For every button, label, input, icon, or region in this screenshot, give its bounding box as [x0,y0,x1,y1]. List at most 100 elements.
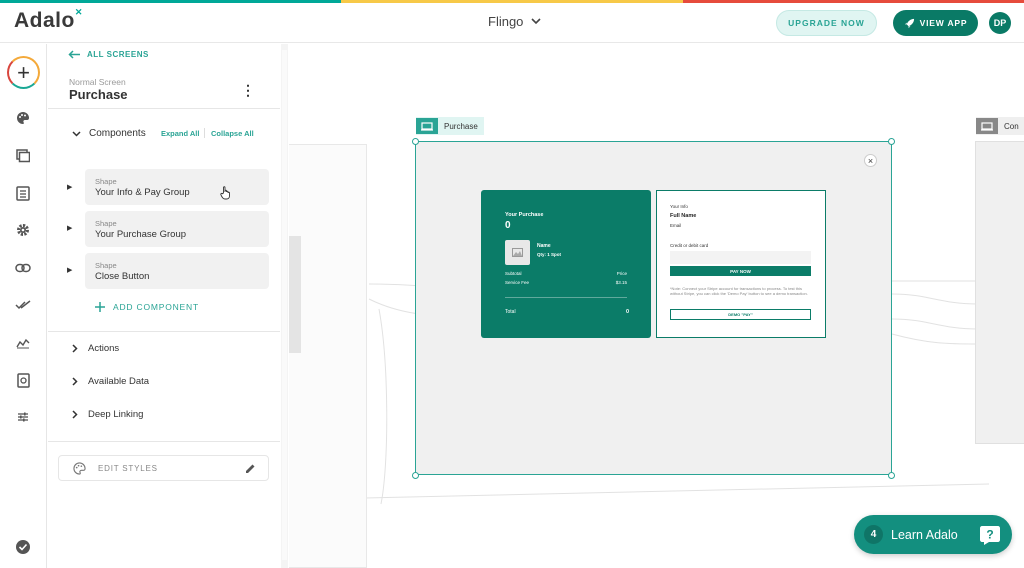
screen-icon [976,118,998,134]
caret-right-icon[interactable]: ▶ [67,224,72,232]
section-label: Available Data [88,376,150,387]
divider [48,331,280,332]
screen-type-label: Normal Screen [69,77,126,87]
scroll-shade [289,236,301,353]
screen-tag-next[interactable]: Con [976,117,1024,135]
top-bar: Adalo✕ Flingo UPGRADE NOW VIEW APP DP [0,3,1024,43]
upgrade-now-button[interactable]: UPGRADE NOW [776,10,877,36]
divider [48,108,280,109]
analytics-icon[interactable] [14,334,32,352]
next-screen[interactable] [975,141,1024,444]
actions-section[interactable]: Actions [72,343,119,354]
verified-icon[interactable] [14,538,32,556]
your-info-label: Your Info [670,204,688,209]
components-toggle[interactable]: Components [72,128,146,139]
previous-screen[interactable] [289,144,367,568]
card-input[interactable] [670,251,811,264]
item-image-icon [505,240,530,265]
total-label: Total [505,309,516,315]
screen-tag-purchase[interactable]: Purchase [416,117,484,135]
app-name: Flingo [488,14,524,29]
svg-text:?: ? [986,527,993,541]
view-app-button[interactable]: VIEW APP [893,10,978,36]
expand-all-link[interactable]: Expand All [161,129,199,138]
screen-tag-label: Con [1004,121,1019,131]
fee-value: $3.15 [615,280,627,285]
item-qty: Qty: 1 Spot [537,252,562,257]
arrow-left-icon [68,50,80,59]
help-chat-icon: ? [980,525,1000,545]
chevron-down-icon [72,130,81,137]
purchase-screen[interactable]: × Your Purchase 0 Name Qty: 1 Spot Subto… [415,141,892,475]
screens-icon[interactable] [14,147,32,165]
resize-handle[interactable] [412,472,419,479]
all-screens-label: ALL SCREENS [87,50,149,59]
left-toolbar: + [0,44,47,568]
resize-handle[interactable] [888,472,895,479]
adalo-logo[interactable]: Adalo✕ [14,7,83,33]
add-component-button[interactable]: ADD COMPONENT [95,302,199,312]
publish-icon[interactable] [14,371,32,389]
component-name: Your Info & Pay Group [95,187,190,198]
your-info-pay-group[interactable]: Your Info Full Name Email Credit or debi… [656,190,826,338]
checkmark-icon[interactable] [14,296,32,314]
component-type: Shape [95,177,117,186]
pencil-icon [246,464,255,473]
caret-right-icon[interactable]: ▶ [67,266,72,274]
rocket-icon [904,18,914,28]
database-icon[interactable] [14,184,32,202]
component-item[interactable]: Shape Your Purchase Group [85,211,269,247]
card-label: Credit or debit card [670,243,709,248]
more-options-icon[interactable]: ⋮ [241,82,255,99]
edit-styles-button[interactable]: EDIT STYLES [58,455,269,481]
link-icon[interactable] [14,259,32,277]
user-avatar[interactable]: DP [989,12,1011,34]
learn-count-badge: 4 [864,525,883,544]
divider [48,441,280,442]
divider [204,128,205,138]
screen-panel: ALL SCREENS Normal Screen Purchase ⋮ Com… [48,44,288,568]
screen-name[interactable]: Purchase [69,87,128,102]
panel-scrollbar[interactable] [281,44,288,568]
learn-adalo-button[interactable]: 4 Learn Adalo ? [854,515,1012,554]
section-label: Actions [88,343,120,354]
collapse-all-link[interactable]: Collapse All [211,129,254,138]
resize-handle[interactable] [412,138,419,145]
demo-pay-button[interactable]: DEMO "PAY" [670,309,811,320]
all-screens-link[interactable]: ALL SCREENS [68,50,149,59]
view-app-label: VIEW APP [919,18,968,28]
caret-right-icon[interactable]: ▶ [67,183,72,191]
logo-mark-icon: ✕ [74,7,83,17]
canvas[interactable]: Purchase × Your Purchase 0 Name Qty: 1 S… [289,44,1024,568]
full-name-label: Full Name [670,213,697,219]
deep-linking-section[interactable]: Deep Linking [72,409,143,420]
app-switcher[interactable]: Flingo [488,14,541,29]
available-data-section[interactable]: Available Data [72,376,149,387]
screen-tag-label: Purchase [444,121,478,131]
subtotal-label: Subtotal [505,271,522,276]
close-button[interactable]: × [864,154,877,167]
section-label: Deep Linking [88,409,144,420]
hand-cursor-icon [220,186,230,200]
fee-label: Service Fee [505,280,530,285]
sliders-icon[interactable] [14,408,32,426]
add-component-label: ADD COMPONENT [113,302,199,312]
stripe-note: *Note: Connect your Stripe account for t… [670,286,808,296]
your-purchase-group[interactable]: Your Purchase 0 Name Qty: 1 Spot Subtota… [481,190,651,338]
screen-icon [416,118,438,134]
settings-icon[interactable] [14,221,32,239]
item-name: Name [537,243,551,249]
component-name: Close Button [95,271,150,282]
resize-handle[interactable] [888,138,895,145]
divider [505,297,627,298]
component-item[interactable]: Shape Your Info & Pay Group [85,169,269,205]
purchase-amount: 0 [505,220,511,231]
component-type: Shape [95,219,117,228]
component-item[interactable]: Shape Close Button [85,253,269,289]
chevron-right-icon [72,344,78,353]
learn-label: Learn Adalo [891,527,958,542]
palette-icon[interactable] [14,109,32,127]
pay-now-button[interactable]: PAY NOW [670,266,811,276]
component-type: Shape [95,261,117,270]
add-icon[interactable]: + [7,56,40,89]
